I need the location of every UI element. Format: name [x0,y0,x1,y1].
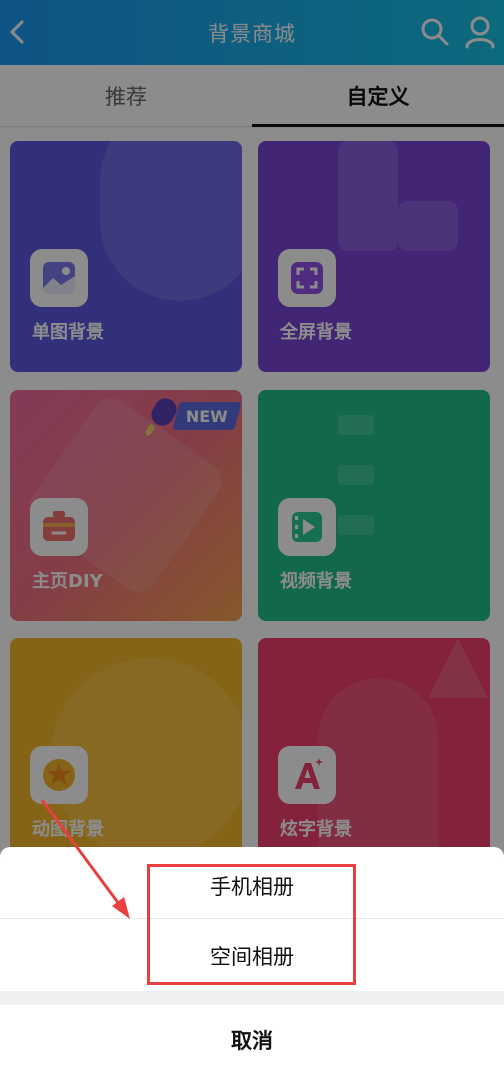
highlight-box [147,864,356,985]
cancel-button[interactable]: 取消 [0,1005,504,1075]
section-gap [0,991,504,1005]
